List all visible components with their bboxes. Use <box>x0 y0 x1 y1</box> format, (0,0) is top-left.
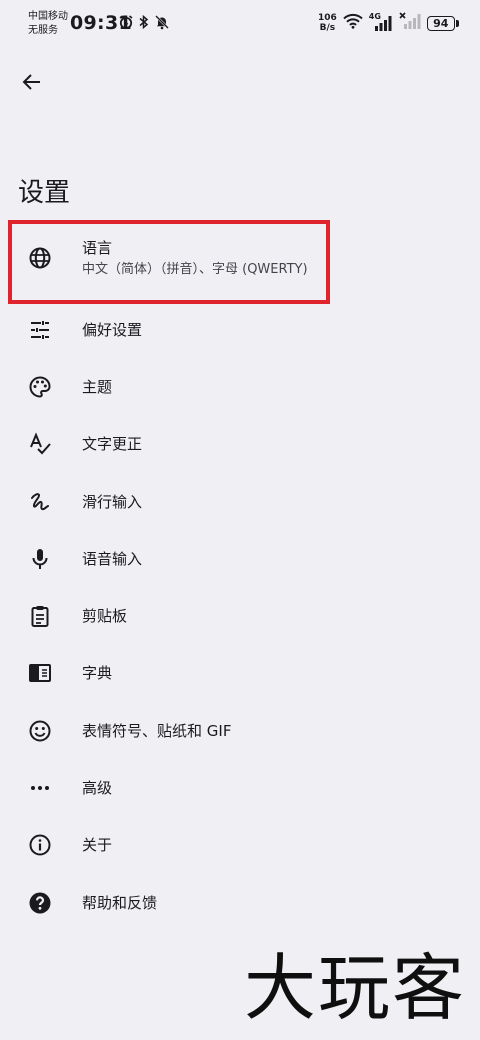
menu-item-preferences[interactable]: 偏好设置 <box>0 301 480 358</box>
carrier-name: 中国移动 <box>28 11 68 22</box>
menu-item-advanced[interactable]: 高级 <box>0 759 480 816</box>
menu-item-theme[interactable]: 主题 <box>0 358 480 415</box>
bell-off-icon <box>154 14 170 34</box>
menu-item-label: 偏好设置 <box>82 320 143 339</box>
help-icon <box>26 889 54 917</box>
status-icons-left <box>118 14 170 34</box>
net-speed-unit: B/s <box>319 23 336 33</box>
net-speed: 106 B/s <box>318 13 337 33</box>
carrier-info: 中国移动 无服务 <box>28 10 68 38</box>
menu-item-language[interactable]: 语言 中文（简体）（拼音）、字母 (QWERTY) <box>0 217 480 304</box>
settings-menu: 语言 中文（简体）（拼音）、字母 (QWERTY) 偏好设置 主题 文字更正 滑… <box>0 217 480 931</box>
menu-item-label: 主题 <box>82 377 113 396</box>
arrow-back-icon <box>21 71 43 97</box>
menu-item-label: 关于 <box>82 836 113 855</box>
battery-indicator: 94 <box>426 15 459 31</box>
menu-item-voice-input[interactable]: 语音输入 <box>0 530 480 587</box>
more-dots-icon <box>26 774 54 802</box>
menu-item-help-feedback[interactable]: 帮助和反馈 <box>0 874 480 931</box>
status-bar: 中国移动 无服务 09:31 106 B/s 4G 94 <box>0 0 480 46</box>
menu-item-label: 表情符号、贴纸和 GIF <box>82 721 232 740</box>
menu-item-label: 语言 <box>82 239 113 257</box>
status-icons-right: 106 B/s 4G 94 <box>318 12 459 34</box>
menu-item-label: 剪贴板 <box>82 607 128 626</box>
microphone-icon <box>26 545 54 573</box>
alarm-icon <box>118 14 134 34</box>
dictionary-book-icon <box>26 659 54 687</box>
tune-sliders-icon <box>26 316 54 344</box>
menu-item-emoji-stickers-gif[interactable]: 表情符号、贴纸和 GIF <box>0 702 480 759</box>
back-button[interactable] <box>14 66 50 102</box>
battery-level: 94 <box>433 16 449 30</box>
menu-item-sublabel: 中文（简体）（拼音）、字母 (QWERTY) <box>82 262 308 277</box>
net-speed-value: 106 <box>318 13 337 23</box>
menu-item-text-correction[interactable]: 文字更正 <box>0 416 480 473</box>
page-title: 设置 <box>18 178 71 208</box>
menu-item-about[interactable]: 关于 <box>0 817 480 874</box>
menu-item-label: 字典 <box>82 664 113 683</box>
menu-item-label: 语音输入 <box>82 549 143 568</box>
wifi-icon <box>343 13 363 33</box>
signal-no-service-icon <box>399 12 421 34</box>
watermark: 大玩客 <box>243 946 466 1030</box>
menu-item-label: 高级 <box>82 779 113 798</box>
info-icon <box>26 831 54 859</box>
menu-item-label: 滑行输入 <box>82 492 143 511</box>
carrier-service: 无服务 <box>28 25 58 36</box>
spellcheck-icon <box>26 430 54 458</box>
bluetooth-icon <box>138 14 150 34</box>
signal-4g-icon: 4G <box>369 12 393 32</box>
menu-item-dictionary[interactable]: 字典 <box>0 645 480 702</box>
menu-item-clipboard[interactable]: 剪贴板 <box>0 587 480 644</box>
clipboard-icon <box>26 602 54 630</box>
palette-icon <box>26 373 54 401</box>
menu-item-label: 帮助和反馈 <box>82 893 158 912</box>
emoji-smile-icon <box>26 717 54 745</box>
globe-icon <box>26 244 54 272</box>
menu-item-glide-typing[interactable]: 滑行输入 <box>0 473 480 530</box>
gesture-icon <box>26 488 54 516</box>
menu-item-label: 文字更正 <box>82 435 143 454</box>
